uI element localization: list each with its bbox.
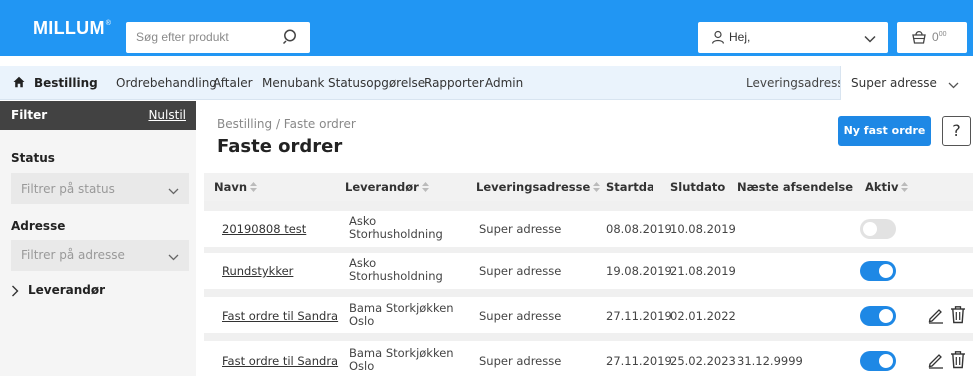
address-filter-placeholder: Filtrer på adresse <box>21 248 125 262</box>
nav-item-aftaler[interactable]: Aftaler <box>213 76 253 90</box>
active-toggle[interactable] <box>860 351 896 371</box>
chevron-down-icon[interactable] <box>168 250 179 264</box>
address-cell: Super adresse <box>479 264 562 278</box>
sort-icon[interactable] <box>593 181 601 195</box>
table-row: 20190808 test Asko Storhusholdning Super … <box>204 211 973 247</box>
search-box[interactable]: Søg efter produkt <box>126 22 310 53</box>
status-label: Status <box>11 151 55 165</box>
chevron-down-icon[interactable] <box>948 78 959 92</box>
active-toggle[interactable] <box>860 306 896 326</box>
nav-item-admin[interactable]: Admin <box>485 76 523 90</box>
nav-item-bestilling[interactable]: Bestilling <box>34 76 98 90</box>
filter-sidebar: Filter Nulstil Status Filtrer på status … <box>0 101 196 376</box>
chevron-down-icon[interactable] <box>168 184 179 198</box>
page-title: Faste ordrer <box>217 136 343 157</box>
order-name-link[interactable]: Fast ordre til Sandra <box>222 309 338 323</box>
start-date-cell: 27.11.2019 <box>606 309 672 323</box>
home-icon[interactable] <box>13 76 25 91</box>
start-date-cell: 27.11.2019 <box>606 354 672 368</box>
address-cell: Super adresse <box>479 309 562 323</box>
order-name-link[interactable]: 20190808 test <box>222 222 306 236</box>
top-bar: MILLUM® Søg efter produkt Hej, 000 <box>0 0 973 56</box>
edit-icon[interactable] <box>927 351 945 372</box>
table-row: Fast ordre til Sandra Bama Storkjøkken Os… <box>204 341 973 376</box>
row-separator <box>204 201 973 211</box>
sort-icon[interactable] <box>421 181 429 195</box>
order-name-link[interactable]: Fast ordre til Sandra <box>222 354 338 368</box>
column-header-naeste-afsendelse: Næste afsendelse <box>737 180 854 194</box>
column-header-navn[interactable]: Navn <box>214 180 258 195</box>
address-filter-select[interactable]: Filtrer på adresse <box>11 240 189 271</box>
end-date-cell: 02.01.2022 <box>670 309 736 323</box>
nav-item-ordrebehandling[interactable]: Ordrebehandling <box>116 76 217 90</box>
supplier-cell: Asko Storhusholdning <box>349 256 443 283</box>
column-header-aktiv[interactable]: Aktiv <box>865 180 909 195</box>
status-filter-placeholder: Filtrer på status <box>21 182 115 196</box>
trash-icon[interactable] <box>949 350 967 372</box>
end-date-cell: 10.08.2019 <box>670 222 736 236</box>
chevron-right-icon <box>11 285 19 300</box>
sort-icon[interactable] <box>250 181 258 195</box>
delivery-address-select[interactable]: Super adresse <box>840 66 973 100</box>
active-toggle[interactable] <box>860 261 896 281</box>
user-menu[interactable]: Hej, <box>698 22 888 53</box>
status-filter-select[interactable]: Filtrer på status <box>11 173 189 204</box>
cart-total: 000 <box>932 30 947 44</box>
trash-icon[interactable] <box>949 305 967 327</box>
column-header-startdato: Startdatı <box>606 180 653 194</box>
table-row: Rundstykker Asko Storhusholdning Super ad… <box>204 253 973 289</box>
nav-item-rapporter[interactable]: Rapporter <box>424 76 484 90</box>
basket-icon <box>911 29 927 48</box>
user-greeting: Hej, <box>729 30 751 44</box>
address-cell: Super adresse <box>479 222 562 236</box>
toggle-knob <box>863 222 877 236</box>
cart-button[interactable]: 000 <box>897 22 967 53</box>
chevron-down-icon[interactable] <box>864 32 876 46</box>
nav-item-menubank[interactable]: Menubank <box>262 76 324 90</box>
end-date-cell: 25.02.2023 <box>670 354 736 368</box>
sort-icon[interactable] <box>901 181 909 195</box>
delivery-address-value: Super adresse <box>851 76 937 90</box>
main-nav: Bestilling Ordrebehandling Aftaler Menub… <box>0 66 973 100</box>
table-header: Navn Leverandør Leveringsadresse Startda… <box>204 173 973 201</box>
search-input[interactable]: Søg efter produkt <box>136 30 229 44</box>
toggle-knob <box>879 264 893 278</box>
column-header-leveringsadresse[interactable]: Leveringsadresse <box>476 180 601 195</box>
new-fixed-order-button[interactable]: Ny fast ordre <box>838 116 931 146</box>
column-header-leverandor[interactable]: Leverandør <box>345 180 429 195</box>
address-label: Adresse <box>11 219 66 233</box>
edit-icon[interactable] <box>927 306 945 327</box>
start-date-cell: 08.08.2019 <box>606 222 672 236</box>
next-send-cell: 31.12.9999 <box>737 354 803 368</box>
user-icon <box>711 30 725 47</box>
address-cell: Super adresse <box>479 354 562 368</box>
end-date-cell: 21.08.2019 <box>670 264 736 278</box>
start-date-cell: 19.08.2019 <box>606 264 672 278</box>
nav-item-statusopgorelse[interactable]: Statusopgørelse <box>328 76 425 90</box>
breadcrumb[interactable]: Bestilling / Faste ordrer <box>217 117 356 131</box>
filter-header: Filter Nulstil <box>0 101 196 130</box>
column-header-slutdato: Slutdato <box>670 180 726 194</box>
delivery-address-label: Leveringsadresse: <box>746 76 856 90</box>
search-icon[interactable] <box>282 28 300 49</box>
toggle-knob <box>879 354 893 368</box>
logo[interactable]: MILLUM® <box>33 18 111 39</box>
supplier-cell: Bama Storkjøkken Oslo <box>349 346 454 373</box>
supplier-cell: Bama Storkjøkken Oslo <box>349 301 454 328</box>
active-toggle[interactable] <box>860 219 896 239</box>
help-button[interactable]: ? <box>942 116 971 146</box>
reset-filter-link[interactable]: Nulstil <box>148 108 186 122</box>
filter-title: Filter <box>11 108 48 122</box>
supplier-cell: Asko Storhusholdning <box>349 214 443 241</box>
order-name-link[interactable]: Rundstykker <box>222 264 293 278</box>
supplier-filter-label: Leverandør <box>28 283 106 297</box>
table-row: Fast ordre til Sandra Bama Storkjøkken Os… <box>204 297 973 333</box>
toggle-knob <box>879 309 893 323</box>
